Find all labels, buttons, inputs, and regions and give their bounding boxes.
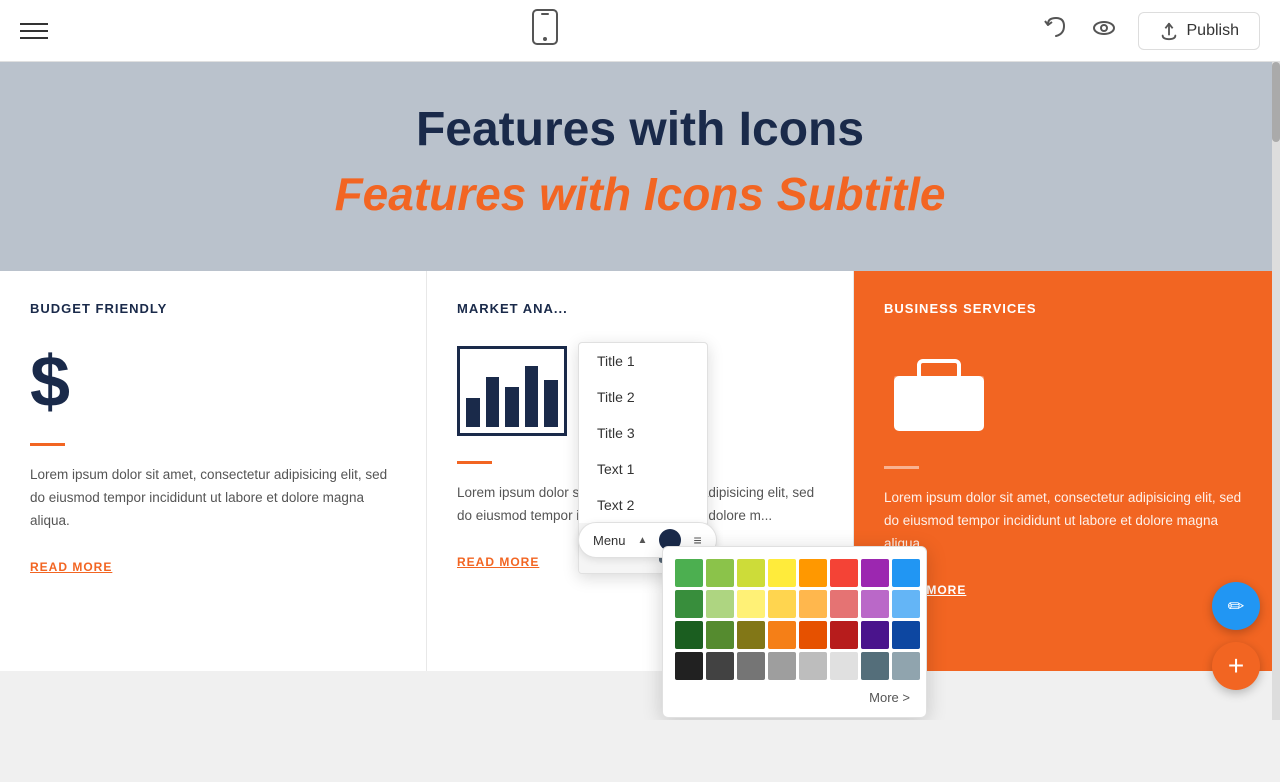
divider-line-market: [457, 461, 492, 464]
phone-icon: [531, 8, 559, 53]
divider-line-business: [884, 466, 919, 469]
chevron-up-icon: ▲: [638, 535, 648, 546]
color-swatch[interactable]: [706, 590, 734, 618]
color-swatch[interactable]: [892, 621, 920, 649]
card-title-budget: BUDGET FRIENDLY: [30, 301, 396, 316]
scrollbar-thumb[interactable]: [1272, 62, 1280, 142]
nav-left: [20, 23, 48, 39]
color-swatch[interactable]: [830, 652, 858, 680]
card-budget-friendly: BUDGET FRIENDLY $ Lorem ipsum dolor sit …: [0, 271, 427, 671]
nav-center: [531, 8, 559, 53]
color-swatch[interactable]: [799, 652, 827, 680]
color-swatch[interactable]: [675, 621, 703, 649]
color-swatch[interactable]: [830, 590, 858, 618]
top-nav: Publish: [0, 0, 1280, 62]
color-swatch[interactable]: [861, 559, 889, 587]
card-text-budget: Lorem ipsum dolor sit amet, consectetur …: [30, 464, 396, 533]
color-swatch[interactable]: [737, 559, 765, 587]
color-swatch[interactable]: [799, 559, 827, 587]
color-swatch[interactable]: [799, 621, 827, 649]
color-swatch[interactable]: [892, 590, 920, 618]
hamburger-icon[interactable]: [20, 23, 48, 39]
color-swatch[interactable]: [675, 559, 703, 587]
nav-right: Publish: [1042, 12, 1260, 50]
color-swatch[interactable]: [861, 590, 889, 618]
color-swatch[interactable]: [830, 621, 858, 649]
dropdown-item-title1[interactable]: Title 1: [579, 343, 707, 379]
eye-icon[interactable]: [1090, 14, 1118, 48]
menu-bar-label: Menu: [593, 533, 626, 548]
dollar-icon: $: [30, 346, 396, 418]
color-swatch[interactable]: [892, 652, 920, 680]
fab-pencil-button[interactable]: ✏: [1212, 582, 1260, 630]
dropdown-item-title2[interactable]: Title 2: [579, 379, 707, 415]
color-swatch[interactable]: [768, 652, 796, 680]
fab-container: ✏ +: [1212, 582, 1260, 690]
fab-plus-button[interactable]: +: [1212, 642, 1260, 690]
card-title-business: BUSINESS SERVICES: [884, 301, 1250, 316]
color-swatch[interactable]: [675, 590, 703, 618]
color-swatch[interactable]: [706, 652, 734, 680]
read-more-budget[interactable]: READ MORE: [30, 560, 112, 574]
color-swatch[interactable]: [861, 621, 889, 649]
main-content: Features with Icons Features with Icons …: [0, 62, 1280, 720]
color-swatch[interactable]: [768, 590, 796, 618]
publish-button[interactable]: Publish: [1138, 12, 1260, 50]
read-more-market[interactable]: READ MORE: [457, 555, 539, 569]
publish-label: Publish: [1187, 22, 1239, 40]
color-swatch[interactable]: [861, 652, 889, 680]
color-swatch[interactable]: [737, 621, 765, 649]
more-colors-link[interactable]: More >: [675, 690, 914, 705]
dropdown-item-title3[interactable]: Title 3: [579, 415, 707, 451]
dropdown-item-text2[interactable]: Text 2: [579, 487, 707, 523]
hero-title: Features with Icons: [20, 102, 1260, 157]
undo-icon[interactable]: [1042, 14, 1070, 48]
dropdown-item-text1[interactable]: Text 1: [579, 451, 707, 487]
color-swatch[interactable]: [737, 590, 765, 618]
color-swatch[interactable]: [768, 559, 796, 587]
color-swatch[interactable]: [675, 652, 703, 680]
scrollbar[interactable]: [1272, 62, 1280, 720]
divider-line: [30, 443, 65, 446]
color-swatch[interactable]: [737, 652, 765, 680]
color-swatch[interactable]: [892, 559, 920, 587]
color-swatch[interactable]: [706, 621, 734, 649]
hero-subtitle: Features with Icons Subtitle: [20, 167, 1260, 221]
color-swatch[interactable]: [799, 590, 827, 618]
color-picker: More >: [662, 546, 927, 718]
briefcase-icon-wrapper: [884, 346, 1250, 441]
color-swatch[interactable]: [830, 559, 858, 587]
color-swatch[interactable]: [768, 621, 796, 649]
color-grid: [675, 559, 914, 680]
color-swatch[interactable]: [706, 559, 734, 587]
hero-section: Features with Icons Features with Icons …: [0, 62, 1280, 271]
card-title-market: MARKET ANA...: [457, 301, 823, 316]
card-text-business: Lorem ipsum dolor sit amet, consectetur …: [884, 487, 1250, 556]
